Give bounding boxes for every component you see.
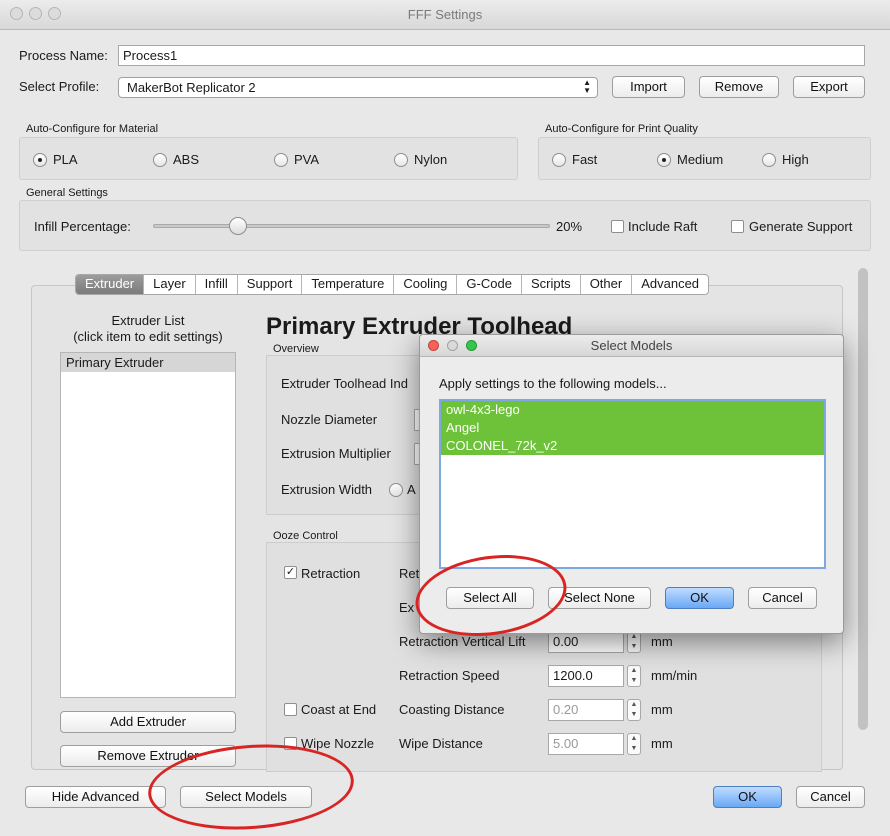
include-raft-label: Include Raft: [628, 219, 698, 234]
wipe-distance-label: Wipe Distance: [399, 736, 483, 751]
model-list: owl-4x3-lego Angel COLONEL_72k_v2: [439, 399, 826, 569]
title-bar: FFF Settings: [0, 0, 890, 30]
coast-at-end-checkbox[interactable]: [284, 703, 297, 716]
coast-at-end-label: Coast at End: [301, 702, 377, 717]
tab-scripts[interactable]: Scripts: [522, 275, 581, 294]
import-button[interactable]: Import: [612, 76, 685, 98]
tab-layer[interactable]: Layer: [144, 275, 196, 294]
tab-infill[interactable]: Infill: [196, 275, 238, 294]
coasting-distance-label: Coasting Distance: [399, 702, 505, 717]
extrusion-width-auto-label: A: [407, 482, 416, 497]
quality-high-label: High: [782, 152, 809, 167]
extruder-list-item[interactable]: Primary Extruder: [61, 353, 235, 372]
profile-select[interactable]: MakerBot Replicator 2 ▲ ▼: [118, 77, 598, 98]
overview-title: Overview: [273, 343, 319, 355]
quality-high-radio[interactable]: [762, 153, 776, 167]
material-abs-label: ABS: [173, 152, 200, 167]
model-list-item[interactable]: COLONEL_72k_v2: [441, 437, 824, 455]
cancel-button[interactable]: Cancel: [796, 786, 865, 808]
infill-label: Infill Percentage:: [34, 219, 131, 234]
material-pla-radio[interactable]: [33, 153, 47, 167]
infill-slider-track[interactable]: [153, 224, 550, 228]
quality-fast-radio[interactable]: [552, 153, 566, 167]
vertical-lift-label: Retraction Vertical Lift: [399, 634, 526, 649]
retraction-speed-stepper[interactable]: ▲ ▼: [627, 665, 641, 687]
vertical-lift-field[interactable]: 0.00: [548, 631, 624, 653]
wipe-distance-unit: mm: [651, 736, 673, 751]
toolhead-index-label: Extruder Toolhead Ind: [281, 376, 408, 391]
profile-select-value: MakerBot Replicator 2: [127, 80, 256, 95]
quality-group-title: Auto-Configure for Print Quality: [545, 123, 698, 135]
settings-tabs: Extruder Layer Infill Support Temperatur…: [75, 274, 710, 295]
tab-cooling[interactable]: Cooling: [394, 275, 458, 294]
dialog-title: Select Models: [590, 338, 673, 353]
general-settings-title: General Settings: [26, 187, 108, 199]
hide-advanced-button[interactable]: Hide Advanced: [25, 786, 166, 808]
ooze-control-title: Ooze Control: [273, 530, 338, 542]
generate-support-label: Generate Support: [749, 219, 853, 234]
retraction-checkbox[interactable]: ✓: [284, 566, 297, 579]
quality-medium-radio[interactable]: [657, 153, 671, 167]
dialog-ok-button[interactable]: OK: [665, 587, 734, 609]
extrusion-multiplier-label: Extrusion Multiplier: [281, 446, 391, 461]
vertical-scrollbar[interactable]: [858, 268, 868, 730]
tab-other[interactable]: Other: [581, 275, 633, 294]
select-profile-label: Select Profile:: [19, 79, 100, 94]
material-pva-radio[interactable]: [274, 153, 288, 167]
dialog-cancel-button[interactable]: Cancel: [748, 587, 817, 609]
tab-advanced[interactable]: Advanced: [632, 275, 708, 294]
dialog-title-bar: Select Models: [420, 335, 843, 357]
retraction-label: Retraction: [301, 566, 361, 581]
coasting-distance-stepper[interactable]: ▲ ▼: [627, 699, 641, 721]
add-extruder-button[interactable]: Add Extruder: [60, 711, 236, 733]
extruder-list-subtitle: (click item to edit settings): [73, 329, 223, 344]
material-nylon-radio[interactable]: [394, 153, 408, 167]
model-list-item[interactable]: owl-4x3-lego: [441, 401, 824, 419]
dialog-zoom-icon[interactable]: [466, 340, 477, 351]
quality-medium-label: Medium: [677, 152, 724, 167]
vertical-lift-stepper[interactable]: ▲ ▼: [627, 631, 641, 653]
extruder-list: Primary Extruder: [60, 352, 236, 698]
vertical-lift-unit: mm: [651, 634, 673, 649]
quality-fast-label: Fast: [572, 152, 598, 167]
dialog-prompt: Apply settings to the following models..…: [439, 376, 667, 391]
coasting-distance-unit: mm: [651, 702, 673, 717]
extrusion-width-label: Extrusion Width: [281, 482, 373, 497]
nozzle-diameter-label: Nozzle Diameter: [281, 412, 378, 427]
material-abs-radio[interactable]: [153, 153, 167, 167]
extrusion-width-auto-radio[interactable]: [389, 483, 403, 497]
process-name-label: Process Name:: [19, 48, 108, 63]
material-pva-label: PVA: [294, 152, 320, 167]
dialog-close-icon[interactable]: [428, 340, 439, 351]
model-list-item[interactable]: Angel: [441, 419, 824, 437]
retraction-speed-field[interactable]: 1200.0: [548, 665, 624, 687]
material-group-title: Auto-Configure for Material: [26, 123, 159, 135]
material-nylon-label: Nylon: [414, 152, 448, 167]
tab-temperature[interactable]: Temperature: [302, 275, 395, 294]
export-button[interactable]: Export: [793, 76, 865, 98]
include-raft-checkbox[interactable]: [611, 220, 624, 233]
retraction-distance-label: Ret: [399, 566, 420, 581]
updown-arrows-icon: ▲ ▼: [583, 78, 591, 95]
generate-support-checkbox[interactable]: [731, 220, 744, 233]
material-pla-label: PLA: [53, 152, 78, 167]
coasting-distance-field[interactable]: 0.20: [548, 699, 624, 721]
wipe-distance-field[interactable]: 5.00: [548, 733, 624, 755]
process-name-field[interactable]: Process1: [118, 45, 865, 66]
extruder-list-title: Extruder List: [111, 313, 185, 328]
tab-gcode[interactable]: G-Code: [457, 275, 522, 294]
tab-extruder[interactable]: Extruder: [76, 275, 145, 294]
extra-restart-label: Ex: [399, 600, 415, 615]
infill-value: 20%: [556, 219, 583, 234]
dialog-minimize-icon[interactable]: [447, 340, 458, 351]
ok-button[interactable]: OK: [713, 786, 782, 808]
retraction-speed-unit: mm/min: [651, 668, 698, 683]
wipe-distance-stepper[interactable]: ▲ ▼: [627, 733, 641, 755]
window-title: FFF Settings: [407, 7, 483, 22]
tab-support[interactable]: Support: [238, 275, 303, 294]
retraction-speed-label: Retraction Speed: [399, 668, 500, 683]
remove-button[interactable]: Remove: [699, 76, 779, 98]
